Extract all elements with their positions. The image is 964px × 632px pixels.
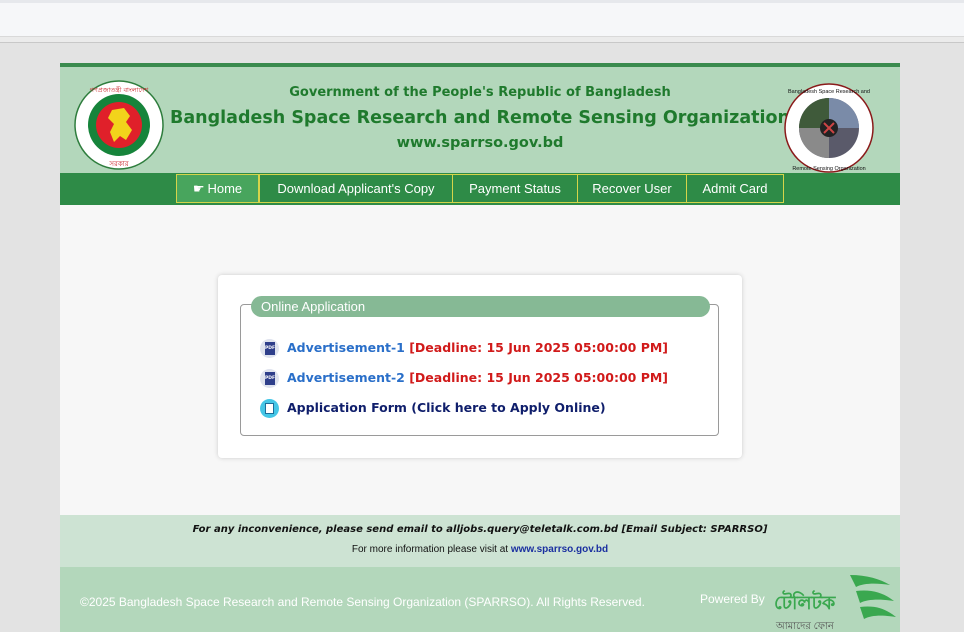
online-application-card: Online Application PDF Advertisement-1 [… xyxy=(218,275,742,458)
footer-email-message: For any inconvenience, please send email… xyxy=(192,524,768,535)
nav-recover-user[interactable]: Recover User xyxy=(577,174,687,203)
copyright-text: ©2025 Bangladesh Space Research and Remo… xyxy=(80,595,645,609)
form-icon xyxy=(260,399,279,418)
nav-home-label: Home xyxy=(207,181,243,196)
footer-info: For any inconvenience, please send email… xyxy=(60,515,900,567)
footer-info-prefix: For more information please visit at xyxy=(351,544,511,555)
online-application-legend: Online Application xyxy=(251,296,710,317)
hand-point-right-icon: ☛ xyxy=(192,181,205,196)
nav-download-applicant-copy[interactable]: Download Applicant's Copy xyxy=(259,174,453,203)
nav-payment-status[interactable]: Payment Status xyxy=(452,174,578,203)
advertisement-1-deadline: [Deadline: 15 Jun 2025 05:00:00 PM] xyxy=(409,340,669,355)
advertisement-1-link[interactable]: Advertisement-1 xyxy=(287,340,405,355)
government-title: Government of the People's Republic of B… xyxy=(289,85,671,100)
right-logo-text-top: Bangladesh Space Research and xyxy=(788,89,870,95)
pdf-icon: PDF xyxy=(260,369,279,388)
teletalk-brand-name: টেলিটক xyxy=(774,590,836,614)
powered-by-text: Powered By xyxy=(700,592,765,606)
advertisement-2-link[interactable]: Advertisement-2 xyxy=(287,370,405,385)
footer-more-info: For more information please visit at www… xyxy=(60,544,900,555)
site-container: গণপ্রজাতন্ত্রী বাংলাদেশ সরকার Government… xyxy=(60,63,900,632)
pdf-icon: PDF xyxy=(260,339,279,358)
browser-toolbar-edge xyxy=(0,0,964,3)
footer-site-link[interactable]: www.sparrso.gov.bd xyxy=(511,544,608,555)
organization-title: Bangladesh Space Research and Remote Sen… xyxy=(170,108,790,128)
right-logo-text-bottom: Remote Sensing Organization xyxy=(792,166,865,172)
browser-divider xyxy=(0,37,964,43)
site-url[interactable]: www.sparrso.gov.bd xyxy=(60,135,900,151)
left-logo-text-bottom: সরকার xyxy=(108,161,128,168)
browser-toolbar xyxy=(0,0,964,37)
advertisement-2-deadline: [Deadline: 15 Jun 2025 05:00:00 PM] xyxy=(409,370,669,385)
nav-home[interactable]: ☛ Home xyxy=(176,174,259,203)
site-header: গণপ্রজাতন্ত্রী বাংলাদেশ সরকার Government… xyxy=(60,63,900,173)
teletalk-tagline: আমাদের ফোন xyxy=(775,621,835,632)
nav-admit-card[interactable]: Admit Card xyxy=(686,174,784,203)
main-content: Online Application PDF Advertisement-1 [… xyxy=(60,205,900,515)
application-form-link[interactable]: Application Form (Click here to Apply On… xyxy=(287,400,606,415)
sparrso-logo: Bangladesh Space Research and Remote Sen… xyxy=(784,83,874,173)
footer-bottom: ©2025 Bangladesh Space Research and Remo… xyxy=(60,567,900,632)
main-nav: ☛ Home Download Applicant's Copy Payment … xyxy=(60,173,900,205)
teletalk-logo: টেলিটক আমাদের ফোন xyxy=(774,575,896,632)
